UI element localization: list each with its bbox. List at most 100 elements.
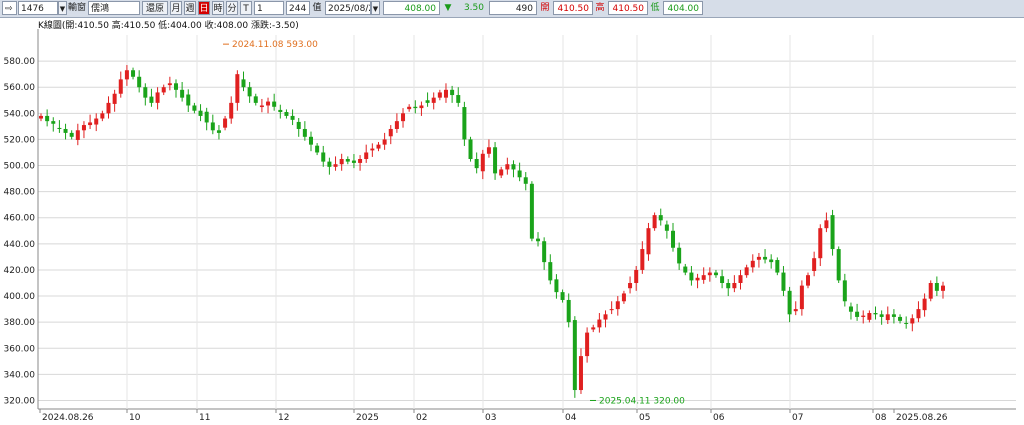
- x-tick-label: 08: [875, 413, 887, 422]
- candle-body: [566, 299, 571, 323]
- candle-body: [321, 152, 326, 162]
- chart-area[interactable]: K線圖(開:410.50 高:410.50 低:404.00 收:408.00 …: [0, 17, 1024, 423]
- candle-body: [615, 301, 620, 310]
- candle-body: [419, 105, 424, 109]
- candle-body: [63, 128, 68, 133]
- x-tick-label: 2025: [356, 413, 379, 422]
- candle-body: [456, 95, 461, 103]
- candle-body: [572, 320, 577, 391]
- candle-body: [296, 121, 301, 129]
- candle-body: [879, 314, 884, 317]
- candle-body: [358, 159, 363, 163]
- x-tick-label: 10: [129, 413, 141, 422]
- candle-body: [388, 128, 393, 137]
- candle-body: [585, 332, 590, 357]
- hour-button[interactable]: 時: [212, 1, 224, 15]
- candle-body: [327, 161, 332, 167]
- t-button[interactable]: T: [240, 1, 252, 15]
- candle-body: [474, 159, 479, 169]
- minute-button[interactable]: 分: [226, 1, 238, 15]
- candle-body: [124, 70, 129, 80]
- week-button[interactable]: 週: [184, 1, 196, 15]
- candle-body: [382, 139, 387, 145]
- candle-body: [425, 100, 430, 103]
- candle-body: [480, 153, 485, 172]
- candle-body: [646, 228, 651, 255]
- day-button[interactable]: 日: [198, 1, 210, 15]
- date-select[interactable]: 2025/08/26: [325, 1, 371, 15]
- candle-body: [836, 249, 841, 281]
- open-price: 410.50: [553, 1, 593, 15]
- candle-body: [523, 177, 528, 184]
- candle-body: [167, 83, 172, 86]
- candle-body: [517, 170, 522, 178]
- candle-body: [100, 113, 105, 119]
- candle-body: [609, 309, 614, 311]
- candle-body: [689, 272, 694, 281]
- candle-body: [941, 285, 945, 291]
- candle-body: [499, 169, 504, 176]
- stock-name: 儒鴻: [88, 1, 140, 15]
- interval-input[interactable]: 1: [254, 1, 284, 15]
- candle-body: [235, 74, 240, 103]
- arrow-icon[interactable]: ⇨: [2, 1, 17, 15]
- candle-body: [720, 276, 725, 283]
- candle-body: [695, 277, 700, 281]
- candle-body: [210, 122, 215, 131]
- candle-body: [597, 319, 602, 328]
- candle-body: [333, 164, 338, 167]
- last-price: 408.00: [383, 1, 440, 15]
- candle-body: [591, 327, 596, 330]
- chevron-down-icon[interactable]: ▼: [58, 1, 67, 15]
- candle-body: [793, 309, 798, 312]
- count-input[interactable]: 244: [286, 1, 310, 15]
- month-button[interactable]: 月: [170, 1, 182, 15]
- high-label: 高: [595, 3, 605, 13]
- candle-body: [94, 118, 99, 125]
- symbol-input[interactable]: 1476: [18, 1, 58, 15]
- candle-body: [149, 96, 154, 103]
- candle-body: [106, 102, 111, 114]
- candle-body: [413, 106, 418, 109]
- candle-body: [603, 314, 608, 320]
- candle-body: [554, 279, 559, 293]
- y-tick-label: 440.00: [4, 240, 36, 250]
- candle-body: [437, 92, 442, 98]
- x-tick-label: 2024.08.26: [42, 413, 94, 422]
- candle-body: [345, 159, 350, 162]
- x-tick-label: 04: [565, 413, 577, 422]
- candle-body: [824, 220, 829, 229]
- candle-body: [69, 132, 74, 137]
- x-tick-label: 12: [278, 413, 289, 422]
- candle-body: [756, 256, 761, 260]
- candle-body: [290, 115, 295, 120]
- candle-body: [431, 97, 436, 103]
- date-chevron-down-icon[interactable]: ▼: [371, 1, 380, 15]
- x-tick-label: 11: [199, 413, 210, 422]
- restore-button[interactable]: 還原: [142, 1, 168, 15]
- candle-body: [180, 89, 185, 98]
- low-price: 404.00: [663, 1, 703, 15]
- candle-body: [548, 262, 553, 281]
- x-tick-label: 2025.08.26: [896, 413, 948, 422]
- candle-body: [88, 122, 93, 126]
- candle-body: [505, 164, 510, 170]
- candle-body: [112, 93, 117, 104]
- candlestick-chart[interactable]: 580.00 560.00 540.00 520.00 500.00 480.00 460.…: [0, 17, 1024, 423]
- volume: 490: [489, 1, 537, 15]
- candle-body: [873, 313, 878, 315]
- y-tick-label: 380.00: [4, 318, 36, 328]
- high-price: 410.50: [608, 1, 648, 15]
- toolbar: ⇨ 1476 ▼ 輸窗 儒鴻 還原 月 週 日 時 分 T 1 244 值 20…: [0, 0, 1024, 18]
- candle-body: [266, 101, 271, 106]
- candle-body: [186, 94, 191, 106]
- candle-body: [450, 89, 455, 96]
- candle-body: [351, 160, 356, 163]
- candle-body: [732, 283, 737, 289]
- down-arrow-icon: ▼: [444, 3, 452, 13]
- candle-body: [861, 315, 866, 317]
- candle-body: [806, 275, 811, 286]
- candle-body: [738, 275, 743, 283]
- candle-body: [198, 110, 203, 116]
- x-tick-label: 02: [416, 413, 427, 422]
